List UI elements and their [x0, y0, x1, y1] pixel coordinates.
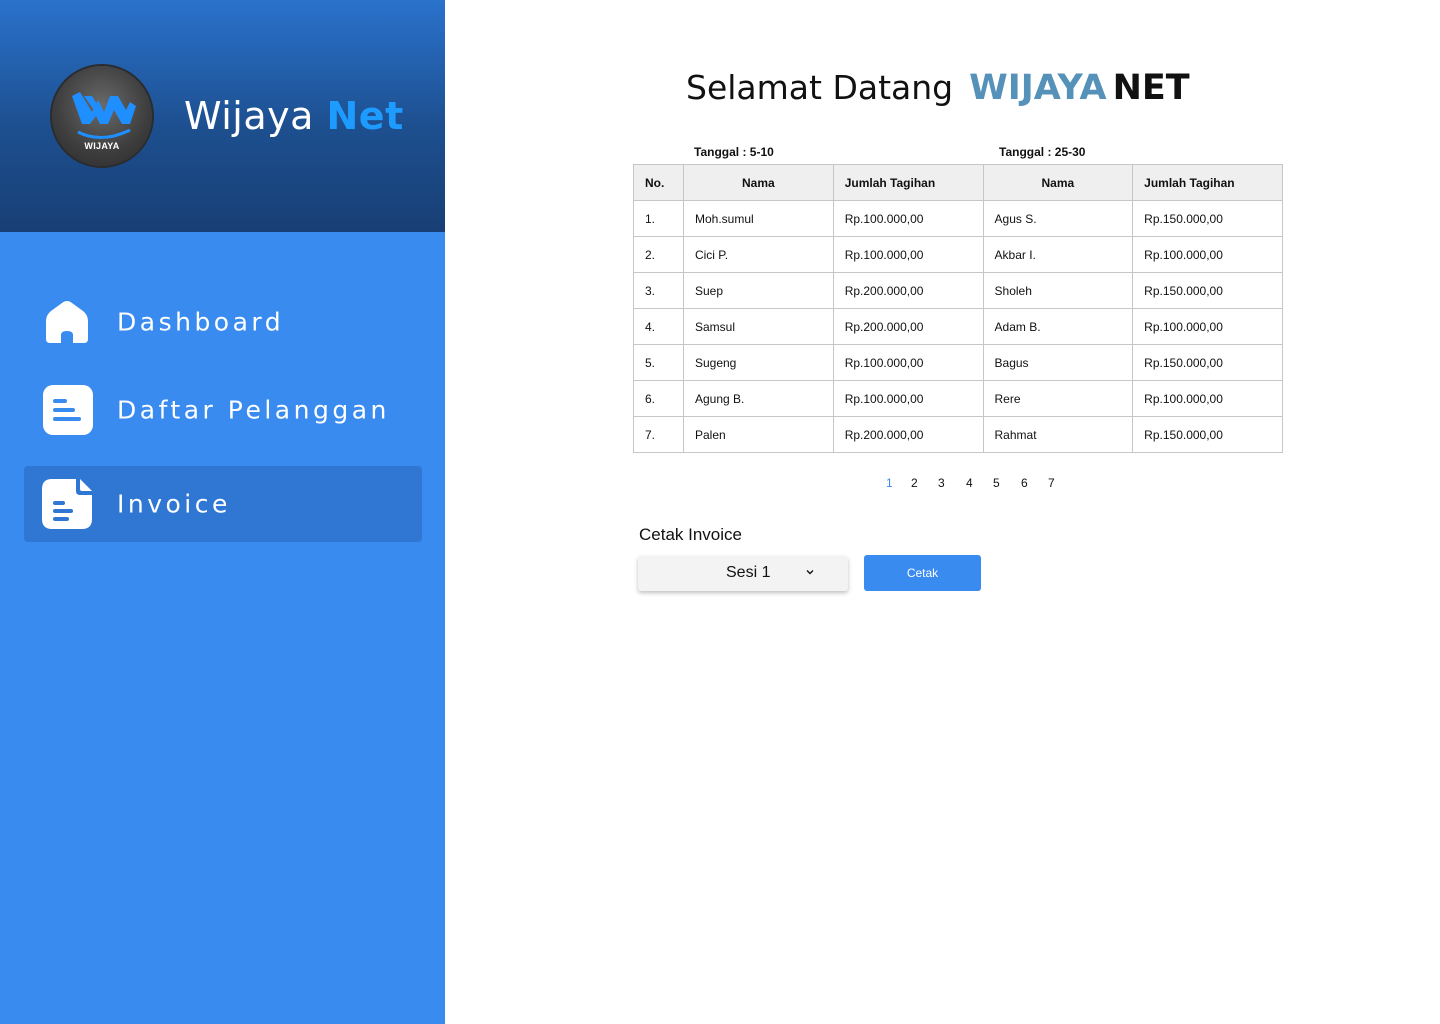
cell-no: 7. — [633, 416, 684, 453]
cell-name: Cici P. — [682, 236, 834, 273]
cell-name: Sholeh — [982, 272, 1134, 309]
cell-no: 2. — [633, 236, 684, 273]
page-link-3[interactable]: 3 — [938, 476, 945, 490]
cell-amount: Rp.100.000,00 — [1132, 380, 1283, 417]
print-invoice-title: Cetak Invoice — [639, 525, 742, 544]
print-button[interactable]: Cetak — [864, 555, 981, 591]
cell-amount: Rp.100.000,00 — [1132, 308, 1283, 345]
column-header-amount-1: Jumlah Tagihan — [832, 164, 984, 201]
cell-amount: Rp.100.000,00 — [832, 344, 984, 381]
session-select[interactable]: Sesi 1 — [638, 556, 848, 591]
sidebar-item-label: Daftar Pelanggan — [117, 395, 390, 425]
page-link-4[interactable]: 4 — [966, 476, 973, 490]
cell-name: Agus S. — [982, 200, 1134, 237]
column-header-amount-2: Jumlah Tagihan — [1132, 164, 1283, 201]
brand-name-part2: Net — [326, 94, 404, 138]
cell-no: 6. — [633, 380, 684, 417]
cell-no: 5. — [633, 344, 684, 381]
cell-name: Adam B. — [982, 308, 1134, 345]
cell-amount: Rp.100.000,00 — [832, 200, 984, 237]
page-link-7[interactable]: 7 — [1048, 476, 1055, 490]
table-row: 5. Sugeng Rp.100.000,00 Bagus Rp.150.000… — [633, 344, 1283, 381]
brand-name-part1: Wijaya — [184, 94, 327, 138]
cell-name: Agung B. — [682, 380, 834, 417]
page-link-6[interactable]: 6 — [1021, 476, 1028, 490]
list-document-icon — [43, 385, 93, 435]
cell-amount: Rp.150.000,00 — [1132, 200, 1283, 237]
date-group-label-1: Tanggal : 5-10 — [694, 145, 774, 159]
cell-amount: Rp.100.000,00 — [832, 380, 984, 417]
home-icon — [46, 301, 88, 343]
brand-title-part1: WIJAYA — [969, 68, 1107, 108]
brand-logo: WIJAYA — [52, 66, 152, 166]
sidebar: WIJAYA Wijaya Net Dashboard Daftar Pelan… — [0, 0, 445, 1024]
sidebar-item-label: Invoice — [117, 489, 231, 519]
cell-no: 1. — [633, 200, 684, 237]
brand-title-part2: NET — [1112, 68, 1190, 108]
cell-no: 4. — [633, 308, 684, 345]
logo-text: WIJAYA — [84, 141, 120, 151]
sidebar-item-daftar-pelanggan[interactable]: Daftar Pelanggan — [24, 372, 422, 448]
cell-amount: Rp.100.000,00 — [832, 236, 984, 273]
chevron-down-icon — [806, 570, 814, 575]
sidebar-item-label: Dashboard — [117, 307, 285, 337]
greeting-text: Selamat Datang — [686, 68, 954, 107]
column-header-name-1: Nama — [682, 164, 834, 201]
billing-table: No. Nama Jumlah Tagihan Nama Jumlah Tagi… — [633, 164, 1283, 453]
table-row: 6. Agung B. Rp.100.000,00 Rere Rp.100.00… — [633, 380, 1283, 417]
cell-name: Samsul — [682, 308, 834, 345]
session-select-value: Sesi 1 — [726, 564, 771, 581]
wave-logo-icon — [72, 92, 136, 139]
cell-name: Moh.sumul — [682, 200, 834, 237]
cell-amount: Rp.150.000,00 — [1132, 416, 1283, 453]
table-row: 7. Palen Rp.200.000,00 Rahmat Rp.150.000… — [633, 416, 1283, 453]
table-row: 2. Cici P. Rp.100.000,00 Akbar I. Rp.100… — [633, 236, 1283, 273]
cell-name: Rahmat — [982, 416, 1134, 453]
cell-name: Sugeng — [682, 344, 834, 381]
table-row: 3. Suep Rp.200.000,00 Sholeh Rp.150.000,… — [633, 272, 1283, 309]
cell-name: Akbar I. — [982, 236, 1134, 273]
cell-name: Suep — [682, 272, 834, 309]
cell-amount: Rp.150.000,00 — [1132, 344, 1283, 381]
pagination: 1 2 3 4 5 6 7 — [0, 476, 1440, 492]
brand-name: Wijaya Net — [184, 94, 404, 138]
date-group-label-2: Tanggal : 25-30 — [999, 145, 1086, 159]
column-header-no: No. — [633, 164, 684, 201]
sidebar-item-dashboard[interactable]: Dashboard — [24, 284, 422, 360]
cell-no: 3. — [633, 272, 684, 309]
page-link-5[interactable]: 5 — [993, 476, 1000, 490]
cell-name: Bagus — [982, 344, 1134, 381]
cell-amount: Rp.100.000,00 — [1132, 236, 1283, 273]
cell-amount: Rp.200.000,00 — [832, 272, 984, 309]
table-row: 1. Moh.sumul Rp.100.000,00 Agus S. Rp.15… — [633, 200, 1283, 237]
cell-amount: Rp.200.000,00 — [832, 416, 984, 453]
cell-name: Rere — [982, 380, 1134, 417]
cell-amount: Rp.200.000,00 — [832, 308, 984, 345]
page-title: Selamat Datang WIJAYA NET — [686, 68, 1190, 108]
column-header-name-2: Nama — [982, 164, 1134, 201]
table-row: 4. Samsul Rp.200.000,00 Adam B. Rp.100.0… — [633, 308, 1283, 345]
page-link-1[interactable]: 1 — [886, 476, 893, 490]
brand-header: WIJAYA Wijaya Net — [0, 0, 445, 232]
page-link-2[interactable]: 2 — [911, 476, 918, 490]
table-header-row: No. Nama Jumlah Tagihan Nama Jumlah Tagi… — [633, 164, 1283, 201]
cell-amount: Rp.150.000,00 — [1132, 272, 1283, 309]
cell-name: Palen — [682, 416, 834, 453]
